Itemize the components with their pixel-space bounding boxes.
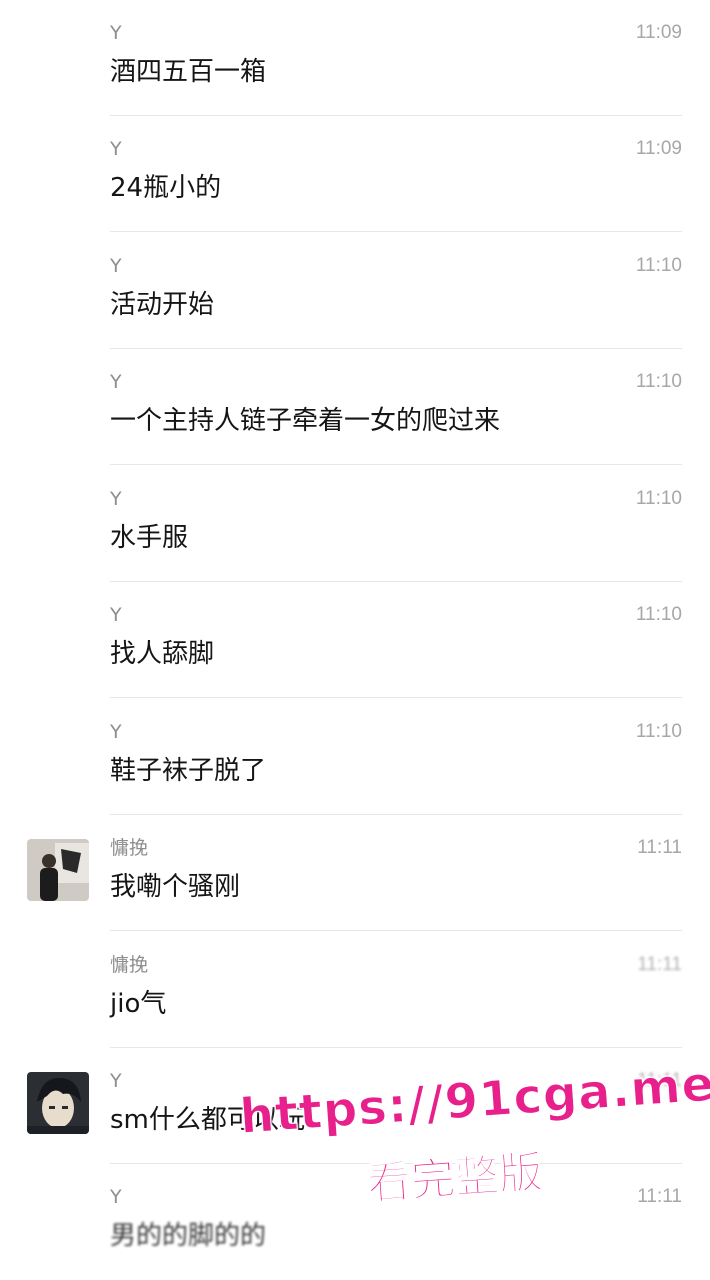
sender-name: Y bbox=[110, 138, 122, 160]
message-time: 11:10 bbox=[635, 488, 682, 509]
sender-name: 慵挽 bbox=[110, 837, 149, 859]
sender-name: Y bbox=[110, 604, 122, 626]
message-text: 鞋子袜子脱了 bbox=[110, 756, 267, 786]
divider bbox=[110, 930, 682, 931]
message-text: 酒四五百一箱 bbox=[110, 57, 267, 87]
message-time: 11:09 bbox=[635, 138, 682, 159]
chat-message[interactable]: Y 11:09 酒四五百一箱 bbox=[0, 0, 710, 116]
avatar[interactable] bbox=[27, 839, 89, 901]
message-text: 找人舔脚 bbox=[110, 639, 215, 669]
sender-name: Y bbox=[110, 371, 122, 393]
message-time: 11:10 bbox=[635, 255, 682, 276]
sender-name: Y bbox=[110, 721, 122, 743]
sender-name: Y bbox=[110, 255, 122, 277]
chat-message[interactable]: Y 11:10 一个主持人链子牵着一女的爬过来 bbox=[0, 349, 710, 465]
chat-message[interactable]: Y 11:10 找人舔脚 bbox=[0, 582, 710, 698]
chat-message[interactable]: Y 11:10 水手服 bbox=[0, 466, 710, 582]
person-photo-avatar-icon bbox=[27, 839, 89, 901]
anime-boy-avatar-icon bbox=[27, 1072, 89, 1134]
watermark-overlay: https://91cga.me 看完整版 bbox=[238, 1055, 710, 1210]
message-text: jio气 bbox=[110, 989, 167, 1019]
chat-message[interactable]: 慵挽 11:11 我嘞个骚刚 bbox=[0, 815, 710, 931]
sender-name: 慵挽 bbox=[110, 954, 149, 976]
chat-message[interactable]: Y 11:10 活动开始 bbox=[0, 233, 710, 349]
message-text: 活动开始 bbox=[110, 290, 215, 320]
avatar[interactable] bbox=[27, 1072, 89, 1134]
message-text: 24瓶小的 bbox=[110, 173, 222, 203]
message-time: 11:09 bbox=[635, 22, 682, 43]
message-text: 水手服 bbox=[110, 523, 189, 553]
sender-name: Y bbox=[110, 22, 122, 44]
chat-message[interactable]: 慵挽 11:11 jio气 bbox=[0, 932, 710, 1048]
message-time: 11:10 bbox=[635, 721, 682, 742]
divider bbox=[110, 464, 682, 465]
message-text: 男的的脚的的 bbox=[110, 1221, 267, 1251]
chat-message[interactable]: Y 11:10 鞋子袜子脱了 bbox=[0, 699, 710, 815]
message-text: 我嘞个骚刚 bbox=[110, 872, 241, 902]
sender-name: Y bbox=[110, 1070, 122, 1092]
chat-message[interactable]: Y 11:09 24瓶小的 bbox=[0, 116, 710, 232]
sender-name: Y bbox=[110, 488, 122, 510]
message-time: 11:11 bbox=[637, 954, 682, 975]
divider bbox=[110, 231, 682, 232]
message-time: 11:11 bbox=[637, 837, 682, 858]
message-time: 11:10 bbox=[635, 371, 682, 392]
sender-name: Y bbox=[110, 1186, 122, 1208]
message-time: 11:10 bbox=[635, 604, 682, 625]
message-text: 一个主持人链子牵着一女的爬过来 bbox=[110, 406, 501, 436]
divider bbox=[110, 697, 682, 698]
